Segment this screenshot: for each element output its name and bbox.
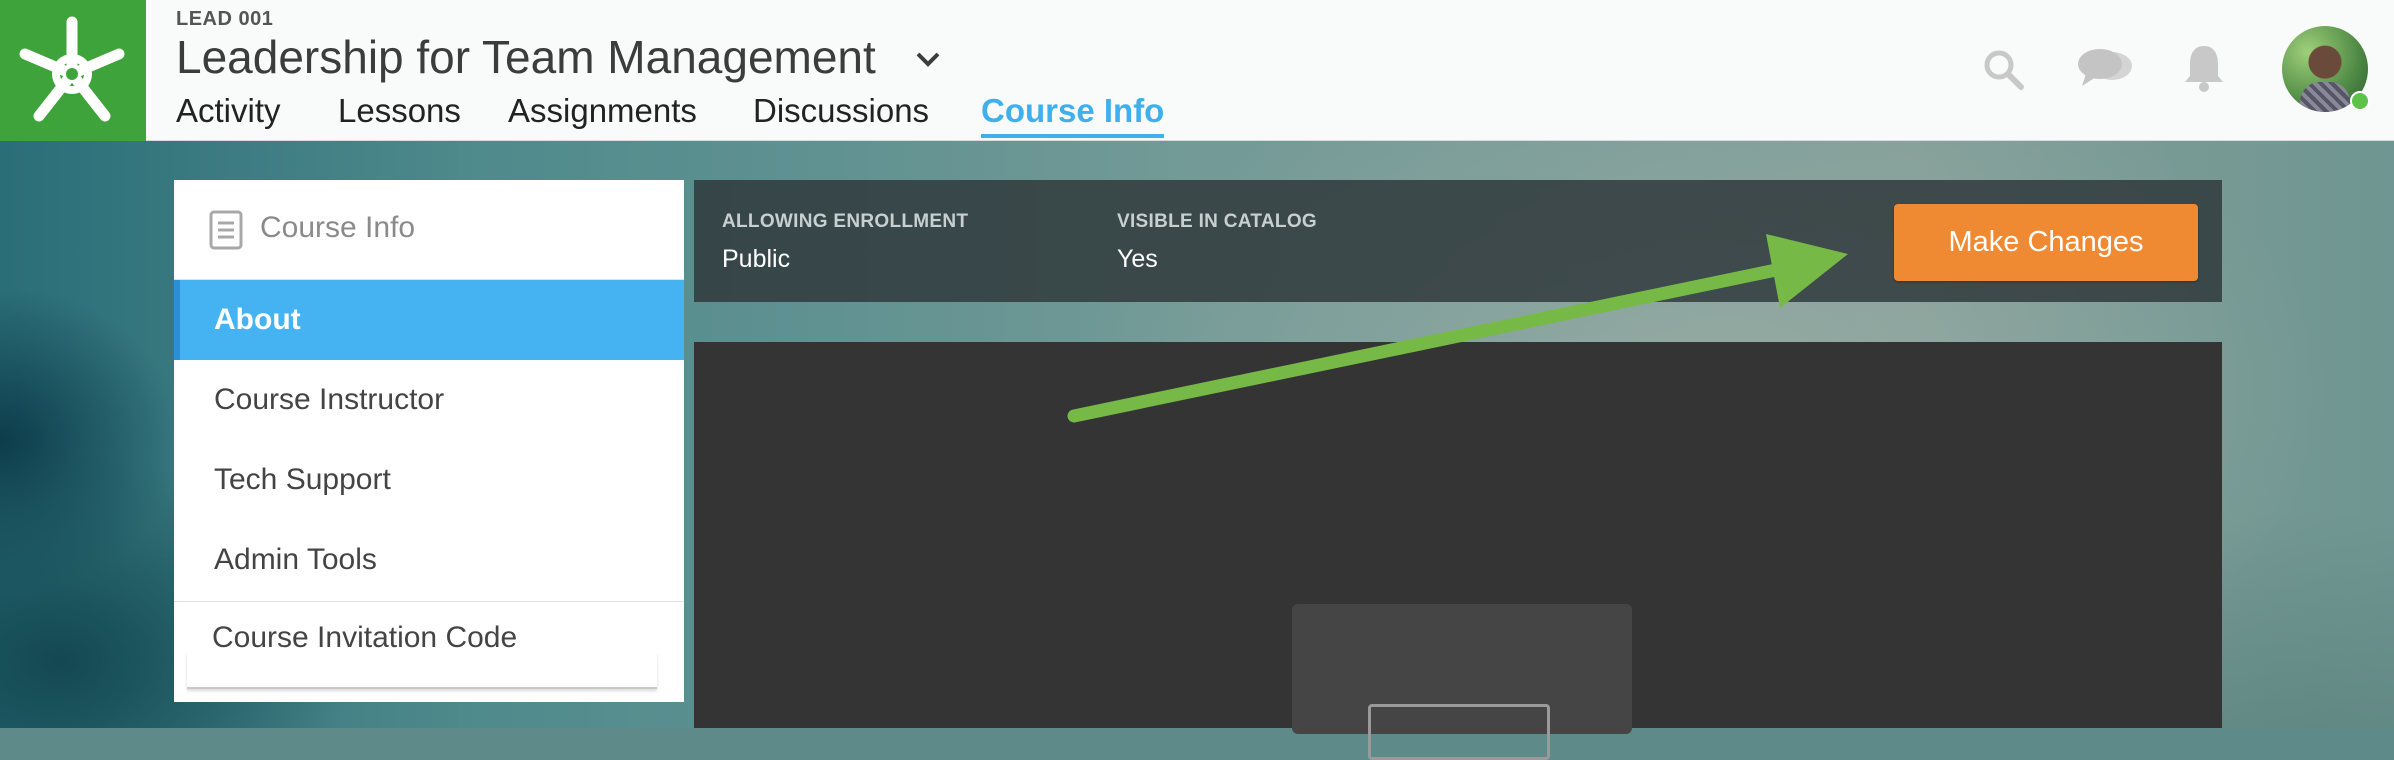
bell-icon[interactable] xyxy=(2182,42,2226,94)
sidebar-item-tech-support[interactable]: Tech Support xyxy=(174,440,684,520)
enrollment-value: Public xyxy=(722,245,791,273)
chat-icon[interactable] xyxy=(2076,46,2134,92)
make-changes-button[interactable]: Make Changes xyxy=(1894,204,2198,281)
sidebar-item-about[interactable]: About xyxy=(174,280,684,360)
sidebar-header: Course Info xyxy=(174,180,684,280)
course-title[interactable]: Leadership for Team Management xyxy=(176,30,876,84)
tab-activity[interactable]: Activity xyxy=(176,92,281,138)
tab-discussions[interactable]: Discussions xyxy=(753,92,929,138)
sidebar-item-admin-tools[interactable]: Admin Tools xyxy=(174,520,684,600)
search-icon[interactable] xyxy=(1982,48,2026,92)
avatar-figure xyxy=(2300,82,2350,112)
enrollment-label: ALLOWING ENROLLMENT xyxy=(722,211,969,232)
sidebar-title: Course Info xyxy=(260,211,416,244)
sidebar-divider xyxy=(174,601,684,602)
tab-course-info[interactable]: Course Info xyxy=(981,92,1165,138)
app-logo[interactable] xyxy=(0,0,146,141)
course-settings-bar: ALLOWING ENROLLMENT Public VISIBLE IN CA… xyxy=(694,180,2222,302)
invitation-code-card[interactable] xyxy=(187,653,657,689)
sidebar-item-course-instructor[interactable]: Course Instructor xyxy=(174,360,684,440)
top-header: LEAD 001 Leadership for Team Management … xyxy=(0,0,2394,141)
catalog-value: Yes xyxy=(1117,245,1158,273)
course-invitation-code-label: Course Invitation Code xyxy=(212,621,518,654)
online-status-indicator xyxy=(2350,91,2370,111)
document-icon xyxy=(209,210,243,250)
logo-icon xyxy=(19,16,125,122)
tab-lessons[interactable]: Lessons xyxy=(338,92,461,138)
tab-assignments[interactable]: Assignments xyxy=(508,92,697,138)
course-code: LEAD 001 xyxy=(176,8,274,30)
chevron-down-icon[interactable] xyxy=(915,50,941,68)
media-placeholder-frame xyxy=(1368,704,1550,760)
catalog-label: VISIBLE IN CATALOG xyxy=(1117,211,1317,232)
media-placeholder xyxy=(1292,604,1632,760)
course-media-panel xyxy=(694,342,2222,760)
course-info-sidebar: Course Info About Course Instructor Tech… xyxy=(174,180,684,702)
